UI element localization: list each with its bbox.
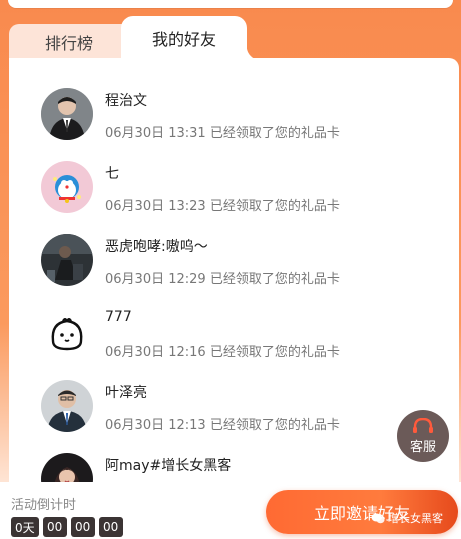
customer-service-button[interactable]: 客服 — [397, 410, 449, 462]
claim-text: 已经领取了您的礼品卡 — [209, 418, 340, 433]
friend-name: 阿may#增长女黑客 — [105, 458, 232, 474]
list-item: 七 06月30日 13:23 已经领取了您的礼品卡 — [9, 161, 459, 233]
friend-list: 程治文 06月30日 13:31 已经领取了您的礼品卡 七 06月30日 13:… — [9, 58, 459, 498]
friends-panel: 排行榜 我的好友 程治文 06月30日 13:31 已经领取了您的礼品卡 七 0… — [9, 16, 459, 539]
customer-service-label: 客服 — [409, 439, 436, 455]
tab-my-friends[interactable]: 我的好友 — [121, 16, 261, 60]
friend-claim-info: 06月30日 13:31 已经领取了您的礼品卡 — [105, 122, 340, 141]
claim-time: 06月30日 13:31 — [105, 126, 206, 141]
countdown-minutes: 00 — [70, 517, 95, 537]
top-card-edge — [8, 0, 453, 8]
friend-name: 777 — [105, 309, 132, 325]
friend-name: 程治文 — [105, 93, 147, 109]
claim-text: 已经领取了您的礼品卡 — [209, 272, 340, 287]
claim-text: 已经领取了您的礼品卡 — [209, 199, 340, 214]
friend-claim-info: 06月30日 12:29 已经领取了您的礼品卡 — [105, 268, 340, 287]
claim-time: 06月30日 13:23 — [105, 199, 206, 214]
countdown-days: 0天 — [11, 517, 39, 537]
list-item: 恶虎咆哮:嗷呜～ 06月30日 12:29 已经领取了您的礼品卡 — [9, 234, 459, 306]
headset-icon — [413, 417, 433, 433]
avatar — [41, 161, 93, 213]
list-item: 777 06月30日 12:16 已经领取了您的礼品卡 — [9, 307, 459, 379]
tab-bar: 排行榜 我的好友 — [9, 16, 459, 60]
avatar — [41, 88, 93, 140]
friend-claim-info: 06月30日 12:16 已经领取了您的礼品卡 — [105, 341, 340, 360]
tab-leaderboard[interactable]: 排行榜 — [9, 24, 129, 60]
friend-claim-info: 06月30日 12:13 已经领取了您的礼品卡 — [105, 414, 340, 433]
claim-text: 已经领取了您的礼品卡 — [209, 345, 340, 360]
countdown-seconds: 00 — [98, 517, 123, 537]
watermark: 增长女黑客 — [371, 510, 443, 526]
friend-name: 叶泽亮 — [105, 385, 147, 401]
countdown-hours: 00 — [42, 517, 67, 537]
avatar — [41, 307, 93, 359]
watermark-text: 增长女黑客 — [388, 512, 443, 525]
wechat-icon — [371, 513, 385, 523]
friend-name: 恶虎咆哮:嗷呜～ — [105, 239, 208, 255]
claim-time: 06月30日 12:13 — [105, 418, 206, 433]
claim-time: 06月30日 12:29 — [105, 272, 206, 287]
avatar — [41, 234, 93, 286]
claim-text: 已经领取了您的礼品卡 — [209, 126, 340, 141]
list-item: 叶泽亮 06月30日 12:13 已经领取了您的礼品卡 — [9, 380, 459, 452]
countdown-timer: 0天 00 00 00 — [11, 517, 123, 537]
list-item: 程治文 06月30日 13:31 已经领取了您的礼品卡 — [9, 88, 459, 160]
avatar — [41, 380, 93, 432]
friend-claim-info: 06月30日 13:23 已经领取了您的礼品卡 — [105, 195, 340, 214]
friend-name: 七 — [105, 166, 119, 182]
countdown-label: 活动倒计时 — [11, 498, 77, 513]
claim-time: 06月30日 12:16 — [105, 345, 206, 360]
